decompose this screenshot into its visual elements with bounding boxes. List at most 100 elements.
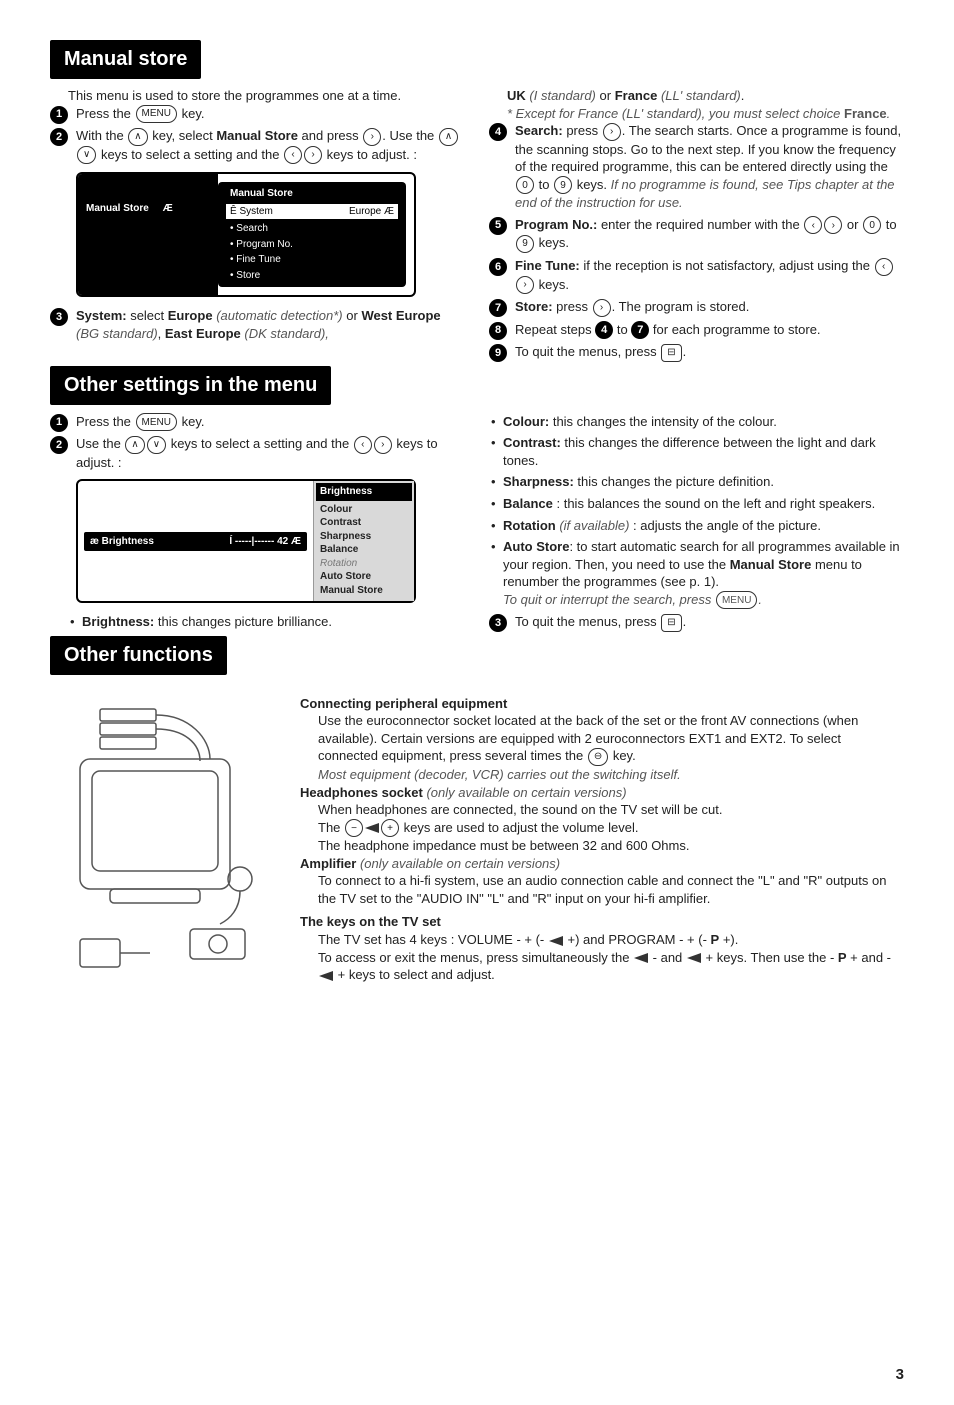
kp1c: +). — [719, 932, 738, 947]
brightness-slider: æ Brightness Í -----|------ 42 Æ — [84, 532, 307, 552]
bullet-colour: Colour: this changes the intensity of th… — [489, 413, 904, 431]
s4ital: If no programme is found, see Tips chapt… — [515, 177, 895, 211]
s6b: if the reception is not satisfactory, ad… — [580, 258, 874, 273]
menu-row: • Program No. — [226, 237, 398, 253]
s3i4: (I standard) — [529, 88, 595, 103]
s3l: . — [741, 88, 745, 103]
picture-menu-screen: æ Brightness Í -----|------ 42 Æ — [78, 481, 314, 601]
keys-p1: The TV set has 4 keys : VOLUME - + (- +)… — [318, 931, 904, 949]
menu-selected-row: Ê SystemEurope Æ — [226, 204, 398, 220]
keys-body: The TV set has 4 keys : VOLUME - + (- +)… — [300, 931, 904, 984]
kp2d: + and - — [847, 950, 891, 965]
conn-note: Most equipment (decoder, VCR) carries ou… — [318, 766, 904, 784]
section-title-manual-store: Manual store — [50, 40, 201, 79]
os-step-2: 2 Use the ∧∨ keys to select a setting an… — [50, 435, 465, 471]
menu-sel-value: Europe Æ — [349, 205, 394, 219]
bl-contrast: Contrast: — [503, 435, 561, 450]
os-step-1: 1 Press the MENU key. — [50, 413, 465, 432]
stepnum-3: 3 — [50, 308, 68, 326]
manual-store-steps-left: 1 Press the MENU key. 2 With the ∧ key, … — [50, 105, 465, 165]
left-key-icon-3: ‹ — [875, 258, 893, 276]
menu-item-dim: Rotation — [320, 557, 408, 571]
s3nb: France — [844, 106, 887, 121]
up-key-icon-2: ∧ — [439, 128, 458, 146]
s2f: keys to adjust. : — [323, 147, 417, 162]
s3bold1: Europe — [168, 308, 213, 323]
menu-key-icon: MENU — [136, 105, 177, 123]
inline-step-4: 4 — [595, 321, 613, 339]
minus-key-icon: − — [345, 819, 363, 837]
manual-store-menu-screenshot: Manual Store Æ Manual Store Ê SystemEuro… — [76, 172, 416, 297]
headphones-head-row: Headphones socket (only available on cer… — [300, 784, 904, 802]
key-0-icon-2: 0 — [863, 216, 881, 234]
menu-item: Manual Store — [320, 584, 408, 598]
volume-icon — [365, 823, 379, 833]
bt-balance: : this balances the sound on the left an… — [553, 496, 875, 511]
menu-row: • Search — [226, 221, 398, 237]
os1b: key. — [178, 414, 205, 429]
keys-head: The keys on the TV set — [300, 913, 904, 931]
menu-key-icon-3: MENU — [716, 591, 757, 609]
bl-balance: Balance — [503, 496, 553, 511]
source-key-icon: ⊖ — [588, 748, 608, 766]
bt-colour: this changes the intensity of the colour… — [549, 414, 777, 429]
headphones-head: Headphones socket — [300, 785, 423, 800]
manual-store-steps-right: 4 Search: press ›. The search starts. On… — [489, 122, 904, 362]
s5b: enter the required number with the — [597, 217, 803, 232]
s3i1: (automatic detection*) — [216, 308, 342, 323]
s3i5: (LL' standard) — [661, 88, 741, 103]
manual-store-left-col: This menu is used to store the programme… — [50, 87, 465, 366]
amp-body: To connect to a hi-fi system, use an aud… — [300, 872, 904, 907]
stepnum-7: 7 — [489, 299, 507, 317]
s7c: . The program is stored. — [612, 299, 750, 314]
step-1-post: key. — [178, 106, 205, 121]
os-step-3: 3 To quit the menus, press ⊟. — [489, 613, 904, 632]
menu-item: Sharpness — [320, 530, 408, 544]
kp2a: To access or exit the menus, press simul… — [318, 950, 633, 965]
right-key-icon-3: › — [603, 123, 621, 141]
stepnum-1: 1 — [50, 106, 68, 124]
bl-brightness: Brightness: — [82, 614, 154, 629]
bullet-autostore: Auto Store: to start automatic search fo… — [489, 538, 904, 609]
menu-row: • Fine Tune — [226, 252, 398, 268]
right-key-icon: › — [363, 128, 381, 146]
settings-bullets: Colour: this changes the intensity of th… — [489, 413, 904, 609]
s3note: * Except for France (LL' standard), you … — [507, 105, 904, 123]
s3d: or — [343, 308, 362, 323]
step-8: 8 Repeat steps 4 to 7 for each programme… — [489, 321, 904, 340]
step-4: 4 Search: press ›. The search starts. On… — [489, 122, 904, 212]
down-key-icon: ∨ — [77, 146, 96, 164]
s6c: keys. — [535, 277, 569, 292]
bt-brightness: this changes picture brilliance. — [154, 614, 332, 629]
left-key-icon: ‹ — [284, 146, 302, 164]
other-functions-text: Connecting peripheral equipment Use the … — [300, 689, 904, 989]
autostore-note: To quit or interrupt the search, press M… — [503, 591, 904, 610]
connecting-body: Use the euroconnector socket located at … — [300, 712, 904, 783]
s8a: Repeat steps — [515, 322, 595, 337]
s8b: to — [613, 322, 631, 337]
s6a: Fine Tune: — [515, 258, 580, 273]
s7b: press — [553, 299, 592, 314]
amp-head-row: Amplifier (only available on certain ver… — [300, 855, 904, 873]
step-1-pre: Press the — [76, 106, 135, 121]
step3-cont: UK (I standard) or France (LL' standard)… — [489, 87, 904, 122]
hp-p2a: The — [318, 820, 344, 835]
headphones-ital: (only available on certain versions) — [423, 785, 627, 800]
other-settings-columns: 1 Press the MENU key. 2 Use the ∧∨ keys … — [50, 413, 904, 636]
step-3: 3 System: select Europe (automatic detec… — [50, 307, 465, 342]
tv-svg-icon — [50, 689, 280, 989]
step-5: 5 Program No.: enter the required number… — [489, 216, 904, 253]
stepnum-4: 4 — [489, 123, 507, 141]
left-key-icon-2: ‹ — [804, 216, 822, 234]
volume-icon-2 — [549, 936, 563, 946]
bt-sharpness: this changes the picture definition. — [574, 474, 774, 489]
right-key-icon-5: › — [516, 276, 534, 294]
stepnum-8: 8 — [489, 322, 507, 340]
menu-row: • Store — [226, 268, 398, 284]
right-key-icon-2: › — [304, 146, 322, 164]
menu-item: Contrast — [320, 516, 408, 530]
kp2c: + keys. Then use the - — [702, 950, 838, 965]
keys-p2: To access or exit the menus, press simul… — [318, 949, 904, 984]
menu-inner: Manual Store Ê SystemEurope Æ • Search •… — [218, 182, 406, 287]
stepnum-5: 5 — [489, 217, 507, 235]
